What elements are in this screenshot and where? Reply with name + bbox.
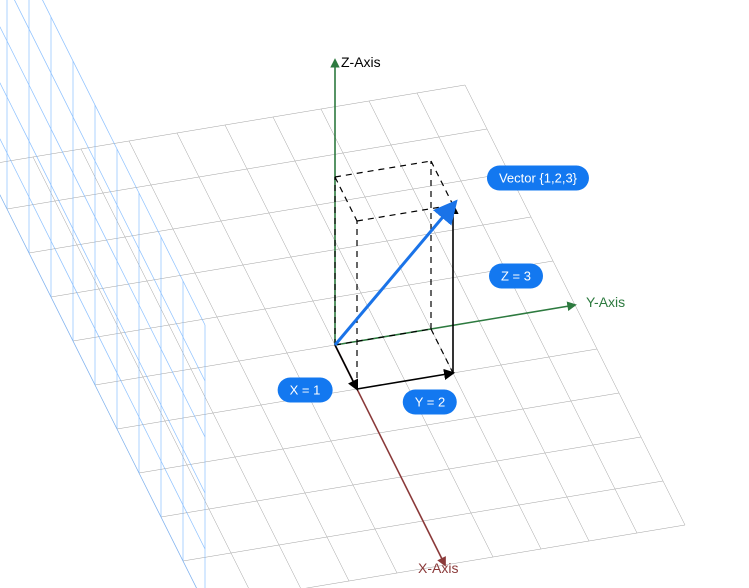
x-axis-label: X-Axis	[418, 560, 458, 576]
z-axis-label: Z-Axis	[341, 54, 381, 70]
y-axis-label: Y-Axis	[586, 294, 625, 310]
vector-arrow	[335, 205, 453, 345]
x-component-badge: X = 1	[278, 378, 333, 403]
z-component-badge: Z = 3	[489, 264, 543, 289]
vector-badge: Vector {1,2,3}	[487, 166, 589, 191]
component-arrows	[335, 205, 453, 389]
y-component-arrow	[357, 373, 453, 389]
y-component-badge: Y = 2	[403, 390, 457, 415]
vector-3d-diagram	[0, 0, 749, 588]
x-component-arrow	[335, 345, 357, 389]
wall-grid	[0, 0, 205, 588]
